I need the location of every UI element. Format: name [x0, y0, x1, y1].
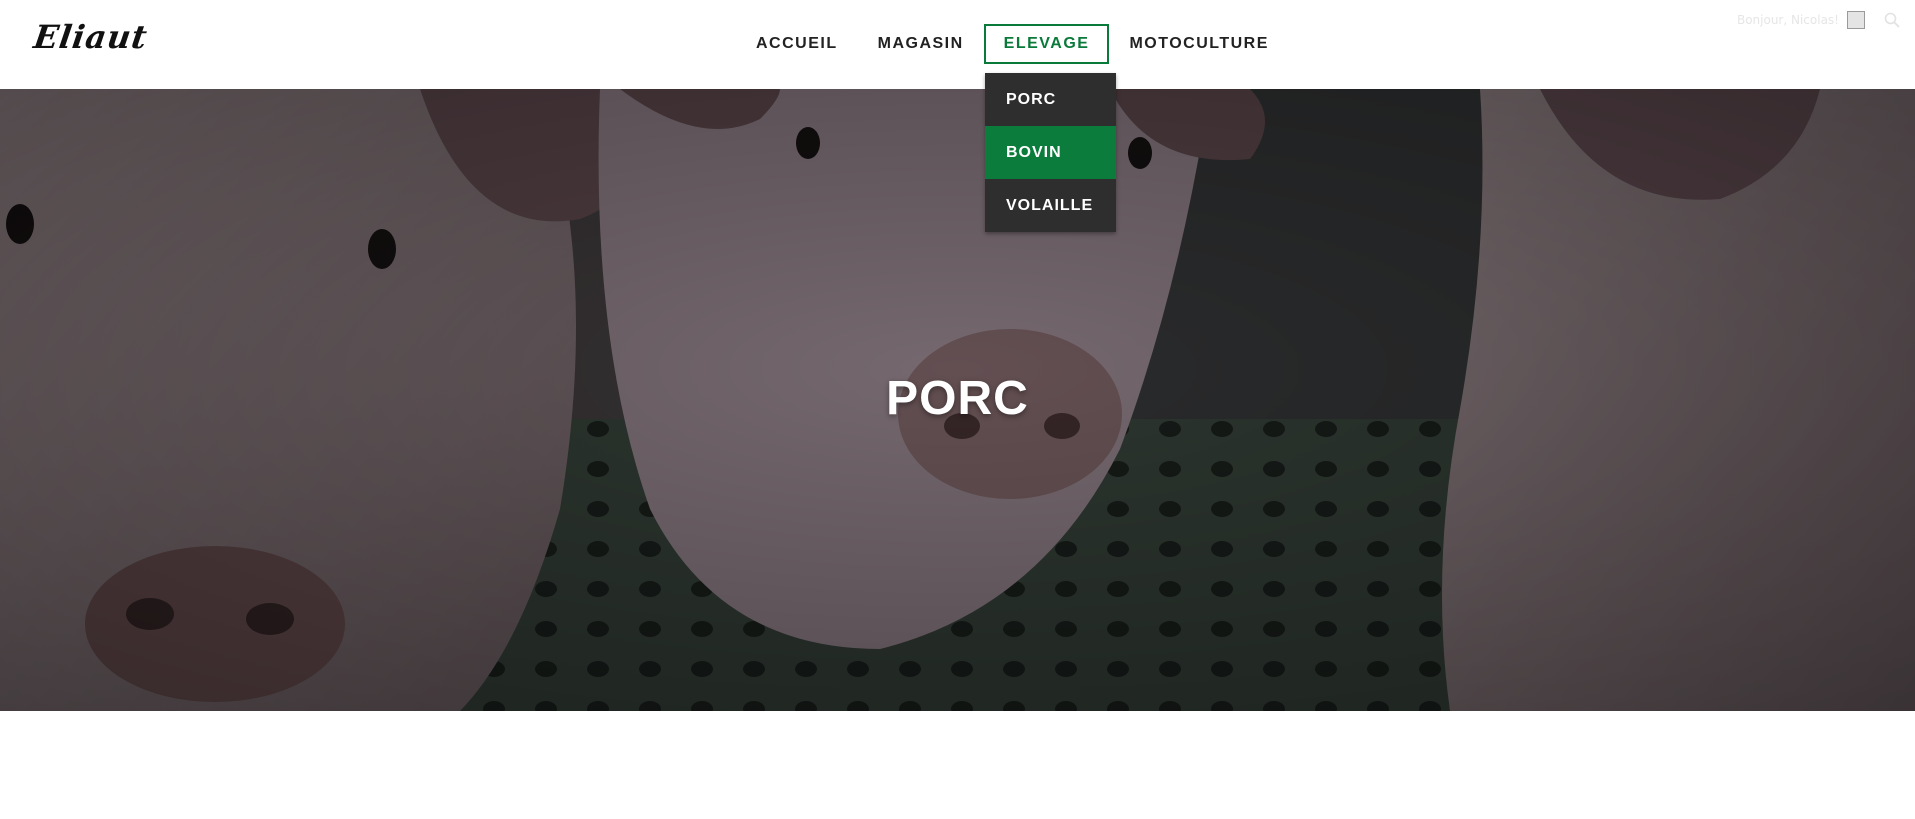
- user-area: Bonjour, Nicolas!: [1737, 11, 1901, 29]
- nav-item-magasin[interactable]: MAGASIN: [858, 24, 984, 64]
- nav-item-motoculture[interactable]: MOTOCULTURE: [1109, 24, 1288, 64]
- page-content-area: [0, 711, 1915, 819]
- dropdown-item-volaille[interactable]: VOLAILLE: [985, 179, 1116, 232]
- nav-item-elevage[interactable]: ELEVAGE: [983, 24, 1110, 64]
- dropdown-item-bovin[interactable]: BOVIN: [985, 126, 1116, 179]
- nav-item-accueil[interactable]: ACCUEIL: [736, 24, 858, 64]
- hero-title: PORC: [886, 372, 1029, 425]
- user-avatar-box[interactable]: [1847, 11, 1865, 29]
- dropdown-item-porc[interactable]: PORC: [985, 73, 1116, 126]
- main-nav: ACCUEIL MAGASIN ELEVAGE MOTOCULTURE: [736, 24, 1289, 64]
- site-header: Eliaut ACCUEIL MAGASIN ELEVAGE MOTOCULTU…: [0, 0, 1915, 89]
- elevage-dropdown-menu: PORC BOVIN VOLAILLE: [985, 73, 1116, 232]
- user-greeting[interactable]: Bonjour, Nicolas!: [1737, 13, 1839, 27]
- site-logo[interactable]: Eliaut: [31, 18, 150, 56]
- search-icon[interactable]: [1883, 11, 1901, 29]
- hero-banner: PORC: [0, 89, 1915, 711]
